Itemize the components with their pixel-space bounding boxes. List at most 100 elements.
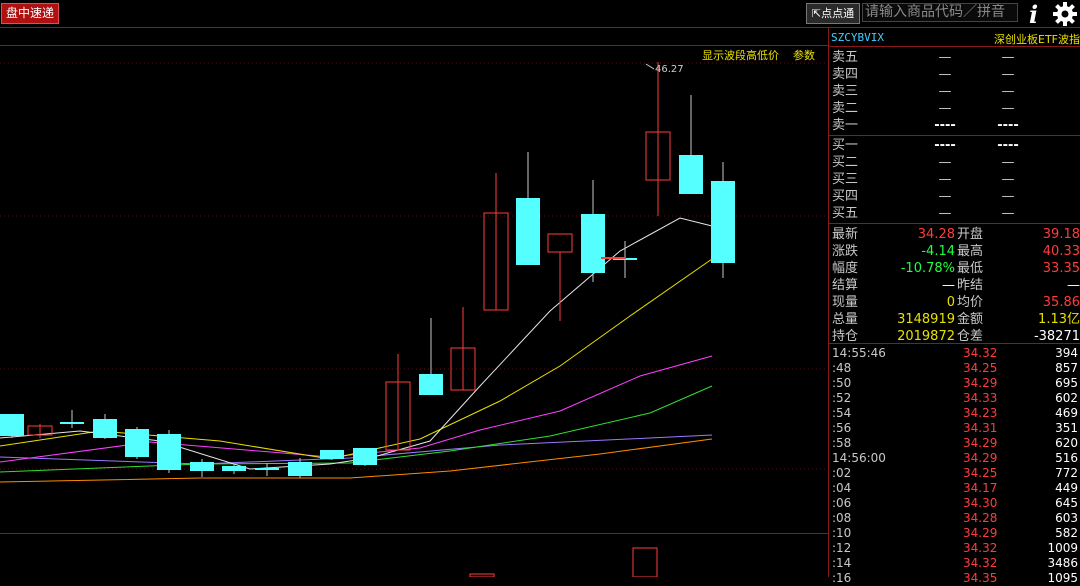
order-book-price: — [938, 67, 952, 82]
market-flash-button[interactable]: 盘中速递 [1, 3, 60, 24]
tick-volume: 602 [1055, 391, 1078, 405]
candle-body-down [60, 422, 84, 424]
tick-volume: 620 [1055, 436, 1078, 450]
candle-body-down [516, 198, 540, 265]
candle-body-down [353, 448, 377, 465]
tick-price: 34.29 [963, 451, 998, 465]
dian-dian-tong-button[interactable]: ⇱点点通 [806, 3, 860, 24]
quote-value: 3148919 [897, 312, 955, 327]
tick-row[interactable]: :56 34.31 351 [829, 421, 1080, 436]
tick-volume: 1095 [1047, 571, 1078, 585]
chart-options-bar: 显示波段高低价 参数 [702, 47, 815, 63]
tick-time: :10 [832, 526, 852, 540]
tick-time: :14 [832, 556, 852, 570]
quote-label: 开盘 [957, 227, 984, 242]
tick-price: 34.25 [963, 466, 998, 480]
quote-label: 总量 [832, 312, 859, 327]
symbol-code: SZCYBVIX [831, 31, 884, 44]
tick-time: :56 [832, 421, 852, 435]
candle-body-down [288, 462, 312, 476]
tick-price: 34.30 [963, 496, 998, 510]
tick-price: 34.32 [963, 346, 998, 360]
tick-row[interactable]: :14 34.32 3486 [829, 556, 1080, 571]
tick-row[interactable]: :02 34.25 772 [829, 466, 1080, 481]
quote-label: 金额 [957, 312, 984, 327]
dian-dian-tong-label: 点点通 [821, 7, 855, 20]
tick-time: :50 [832, 376, 852, 390]
tick-price: 34.32 [963, 541, 998, 555]
tick-volume: 394 [1055, 346, 1078, 360]
tick-time: :58 [832, 436, 852, 450]
tick-volume: 772 [1055, 466, 1078, 480]
tick-price: 34.17 [963, 481, 998, 495]
candlestick-chart[interactable]: 46.27 [0, 46, 828, 577]
order-book-price: — [938, 84, 952, 99]
quote-label: 均价 [957, 295, 984, 310]
order-book-volume: — [1001, 101, 1015, 116]
candle-body-down [190, 462, 214, 471]
tick-row[interactable]: 14:56:00 34.29 516 [829, 451, 1080, 466]
order-book-price: — [938, 50, 952, 65]
gear-icon[interactable] [1052, 1, 1078, 27]
order-book-price: — [938, 155, 952, 170]
tick-row[interactable]: :12 34.32 1009 [829, 541, 1080, 556]
info-icon[interactable]: i [1029, 0, 1038, 29]
tick-row[interactable]: :52 34.33 602 [829, 391, 1080, 406]
candle-body-up [547, 233, 573, 253]
quote-row: 总量 3148919 金额 1.13亿 [829, 311, 1080, 328]
tick-row[interactable]: :48 34.25 857 [829, 361, 1080, 376]
tick-row[interactable]: :54 34.23 469 [829, 406, 1080, 421]
tick-price: 34.29 [963, 436, 998, 450]
order-book-volume: ---- [997, 138, 1019, 153]
order-book-label: 卖三 [832, 84, 859, 99]
candle-body-down [222, 466, 246, 471]
quote-value: 35.86 [1042, 295, 1080, 310]
tick-row[interactable]: :50 34.29 695 [829, 376, 1080, 391]
order-book-price: ---- [934, 118, 956, 133]
top-toolbar: 盘中速递 ⇱点点通 i [0, 0, 1080, 29]
tick-row[interactable]: :10 34.29 582 [829, 526, 1080, 541]
high-label: 46.27 [655, 64, 684, 75]
indicator-params-button[interactable]: 参数 [793, 49, 815, 62]
quote-value: 0 [946, 295, 955, 310]
candle-body-down [419, 374, 443, 395]
candle-body-down [125, 429, 149, 457]
tick-row[interactable]: :16 34.35 1095 [829, 571, 1080, 586]
order-book-label: 买一 [832, 138, 859, 153]
order-book-volume: — [1001, 84, 1015, 99]
tick-time: :54 [832, 406, 852, 420]
order-book-row: 买五 — — [829, 205, 1080, 222]
tick-time: :48 [832, 361, 852, 375]
order-book-row: 买四 — — [829, 188, 1080, 205]
quote-label: 结算 [832, 278, 859, 293]
order-book-label: 买五 [832, 206, 859, 221]
candle-body-down [157, 434, 181, 470]
tick-volume: 582 [1055, 526, 1078, 540]
tick-row[interactable]: :08 34.28 603 [829, 511, 1080, 526]
tick-row[interactable]: :06 34.30 645 [829, 496, 1080, 511]
quote-label: 最新 [832, 227, 859, 242]
quote-value: — [1067, 278, 1080, 293]
tick-volume: 351 [1055, 421, 1078, 435]
order-book-label: 买三 [832, 172, 859, 187]
candlesticks [0, 62, 735, 478]
order-book-label: 卖四 [832, 67, 859, 82]
tick-volume: 516 [1055, 451, 1078, 465]
tick-price: 34.25 [963, 361, 998, 375]
quote-row: 幅度 -10.78% 最低 33.35 [829, 260, 1080, 277]
order-book-row: 卖四 — — [829, 66, 1080, 83]
tick-row[interactable]: :04 34.17 449 [829, 481, 1080, 496]
tick-row[interactable]: 14:55:46 34.32 394 [829, 346, 1080, 361]
tick-time: :12 [832, 541, 852, 555]
quote-value: 33.35 [1042, 261, 1080, 276]
quote-value: 1.13亿 [1038, 312, 1080, 327]
quote-value: 40.33 [1042, 244, 1080, 259]
show-swing-high-low-toggle[interactable]: 显示波段高低价 [702, 49, 779, 62]
quote-panel: SZCYBVIX 深创业板ETF波指 卖五 — — 卖四 — — 卖三 — — 卖二 — — 卖一 ---… [829, 28, 1080, 585]
symbol-search-input[interactable] [862, 3, 1018, 22]
tick-row[interactable]: :58 34.29 620 [829, 436, 1080, 451]
quote-label: 现量 [832, 295, 859, 310]
high-marker: 46.27 [645, 63, 684, 75]
tick-volume: 449 [1055, 481, 1078, 495]
tick-time: 14:55:46 [832, 346, 886, 360]
